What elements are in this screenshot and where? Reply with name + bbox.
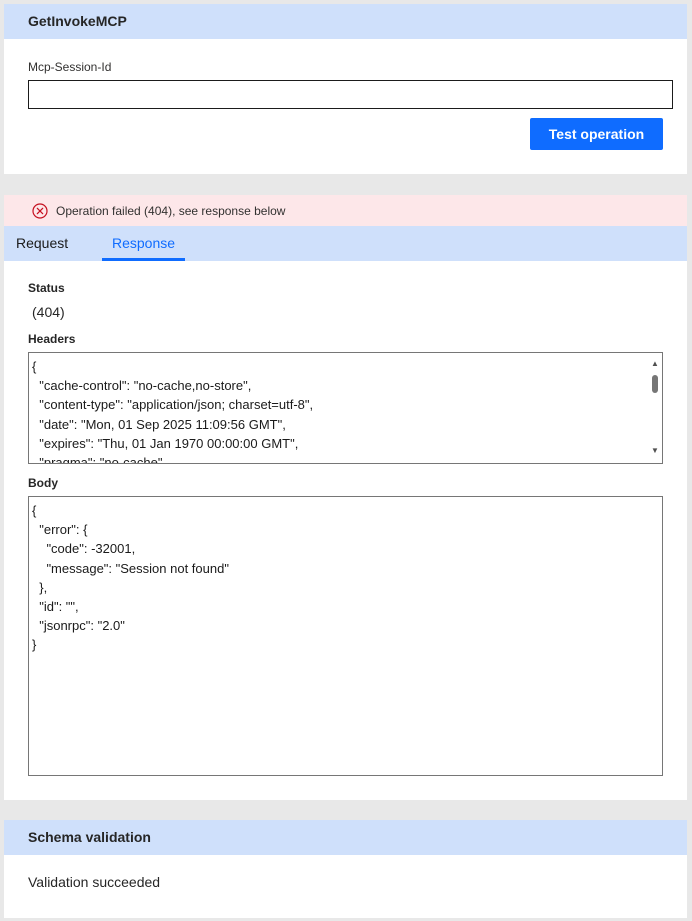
operation-title: GetInvokeMCP xyxy=(4,4,687,39)
scroll-down-icon[interactable]: ▼ xyxy=(651,447,659,455)
headers-scrollbar[interactable]: ▲ ▼ xyxy=(648,353,662,463)
status-value: (404) xyxy=(32,304,65,320)
tab-request[interactable]: Request xyxy=(16,226,68,261)
tab-response[interactable]: Response xyxy=(102,226,185,261)
error-circle-icon xyxy=(32,202,48,219)
headers-textarea[interactable]: { "cache-control": "no-cache,no-store", … xyxy=(28,352,663,464)
session-id-label: Mcp-Session-Id xyxy=(28,60,112,74)
validation-result: Validation succeeded xyxy=(28,874,161,890)
body-textarea[interactable]: { "error": { "code": -32001, "message": … xyxy=(28,496,663,776)
response-tabs: Request Response xyxy=(4,226,687,261)
session-id-input[interactable] xyxy=(28,80,673,109)
headers-content: { "cache-control": "no-cache,no-store", … xyxy=(32,359,314,464)
test-operation-button[interactable]: Test operation xyxy=(530,118,663,150)
scroll-thumb[interactable] xyxy=(652,375,658,393)
scroll-up-icon[interactable]: ▲ xyxy=(651,360,659,368)
error-banner: Operation failed (404), see response bel… xyxy=(4,195,687,226)
body-content: { "error": { "code": -32001, "message": … xyxy=(32,503,229,653)
schema-validation-title: Schema validation xyxy=(4,820,687,855)
status-label: Status xyxy=(28,281,65,295)
headers-label: Headers xyxy=(28,332,76,346)
error-message: Operation failed (404), see response bel… xyxy=(56,203,286,218)
operation-panel: GetInvokeMCP Mcp-Session-Id Test operati… xyxy=(4,4,687,174)
response-panel: Operation failed (404), see response bel… xyxy=(4,195,687,800)
body-label: Body xyxy=(28,476,58,490)
schema-validation-panel: Schema validation Validation succeeded xyxy=(4,820,687,918)
